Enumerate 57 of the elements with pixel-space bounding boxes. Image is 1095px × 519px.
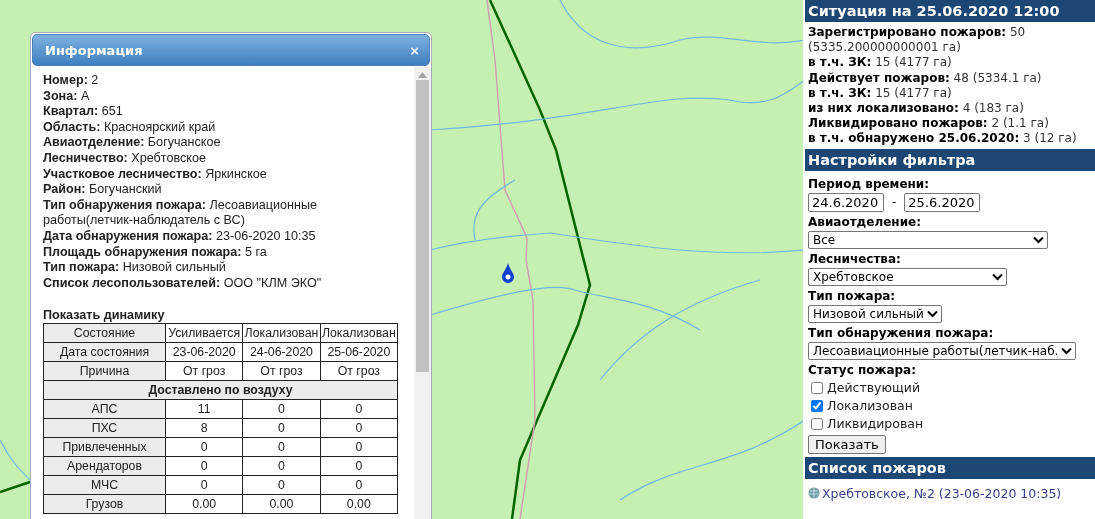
- info-field: Дата обнаружения пожара: 23-06-2020 10:35: [43, 228, 400, 245]
- window-title: Информация: [45, 42, 143, 58]
- section-title: Список пожаров: [805, 456, 1095, 479]
- table-cell: Состояние: [43, 323, 166, 343]
- situation-line: Зарегистрировано пожаров: 50 (5335.200000000001 га): [808, 25, 1027, 56]
- info-field: Зона: А: [43, 88, 400, 105]
- info-field: Список лесопользователей: ООО "КЛМ ЭКО": [43, 275, 400, 292]
- dropdown[interactable]: Все: [808, 230, 1048, 249]
- checkbox-label: Ликвидирован: [827, 414, 924, 433]
- chevron-icon: [1033, 235, 1044, 244]
- section-title: Настройки фильтра: [805, 148, 1095, 171]
- info-field: Лесничество: Хребтовское: [43, 150, 400, 167]
- dynamics-title: Показать динамику: [43, 307, 166, 324]
- scrollbar[interactable]: [414, 67, 431, 519]
- chevron-icon: [992, 272, 1003, 281]
- date-from-field[interactable]: 24.6.2020: [808, 192, 884, 212]
- chevron-icon: [1061, 346, 1073, 355]
- chevron-icon: [926, 309, 938, 318]
- table-cell: Усиливается: [165, 323, 243, 343]
- field-label: Лесничества:: [808, 251, 902, 266]
- checkbox-label: Действующий: [827, 378, 921, 397]
- table-cell: Локализован: [242, 323, 321, 343]
- field-label: Тип обнаружения пожара:: [808, 325, 995, 340]
- info-field: Квартал: 651: [43, 104, 400, 120]
- date-to-field[interactable]: 25.6.2020: [904, 192, 981, 212]
- show-button[interactable]: Показать: [808, 434, 886, 454]
- field-label: Период времени:: [808, 176, 931, 191]
- field-label: Статус пожара:: [808, 362, 917, 377]
- section-title: Ситуация на 25.06.2020 12:00: [805, 0, 1095, 22]
- situation-line: из них локализовано: 4 (183 га): [808, 101, 1025, 117]
- info-field: Участковое лесничество: Яркинское: [43, 166, 400, 183]
- field-label: Авиаотделение:: [808, 214, 922, 229]
- info-field: Район: Богучанский: [43, 182, 400, 198]
- info-field: Тип пожара: Низовой сильный: [43, 260, 400, 276]
- status-checkbox[interactable]: [811, 417, 823, 430]
- info-field: Номер: 2: [43, 73, 400, 89]
- checkbox-label: Локализован: [827, 396, 913, 415]
- info-field: Площадь обнаружения пожара: 5 га: [43, 244, 400, 261]
- status-checkbox[interactable]: [811, 381, 823, 394]
- info-field: Область: Красноярский край: [43, 119, 400, 136]
- field-label: Тип пожара:: [808, 288, 897, 303]
- table-cell: Локализован: [320, 323, 398, 343]
- situation-line: Ликвидировано пожаров: 2 (1.1 га): [808, 116, 1050, 132]
- range-separator: -: [892, 195, 897, 210]
- situation-line: в т.ч. обнаружено 25.06.2020: 3 (12 га): [808, 131, 1078, 147]
- situation-line: Действует пожаров: 48 (5334.1 га): [808, 70, 1043, 86]
- dropdown[interactable]: Лесоавиационные работы(летчик-наб.: [808, 341, 1077, 360]
- dropdown[interactable]: Хребтовское: [808, 267, 1007, 286]
- fire-link[interactable]: Хребтовское, №2 (23-06-2020 10:35): [822, 485, 1062, 501]
- situation-line: в т.ч. ЗК: 15 (4177 га): [808, 85, 953, 101]
- info-field: Тип обнаружения пожара: Лесоавиационные работы(летчик-наблюдатель с ВС): [43, 197, 400, 229]
- globe-icon: [808, 487, 820, 500]
- fire-marker-icon[interactable]: [501, 262, 515, 284]
- situation-line: в т.ч. ЗК: 15 (4177 га): [808, 55, 953, 71]
- status-checkbox[interactable]: [811, 399, 823, 412]
- dropdown[interactable]: Низовой сильный: [808, 304, 942, 323]
- info-field: Авиаотделение: Богучанское: [43, 135, 400, 151]
